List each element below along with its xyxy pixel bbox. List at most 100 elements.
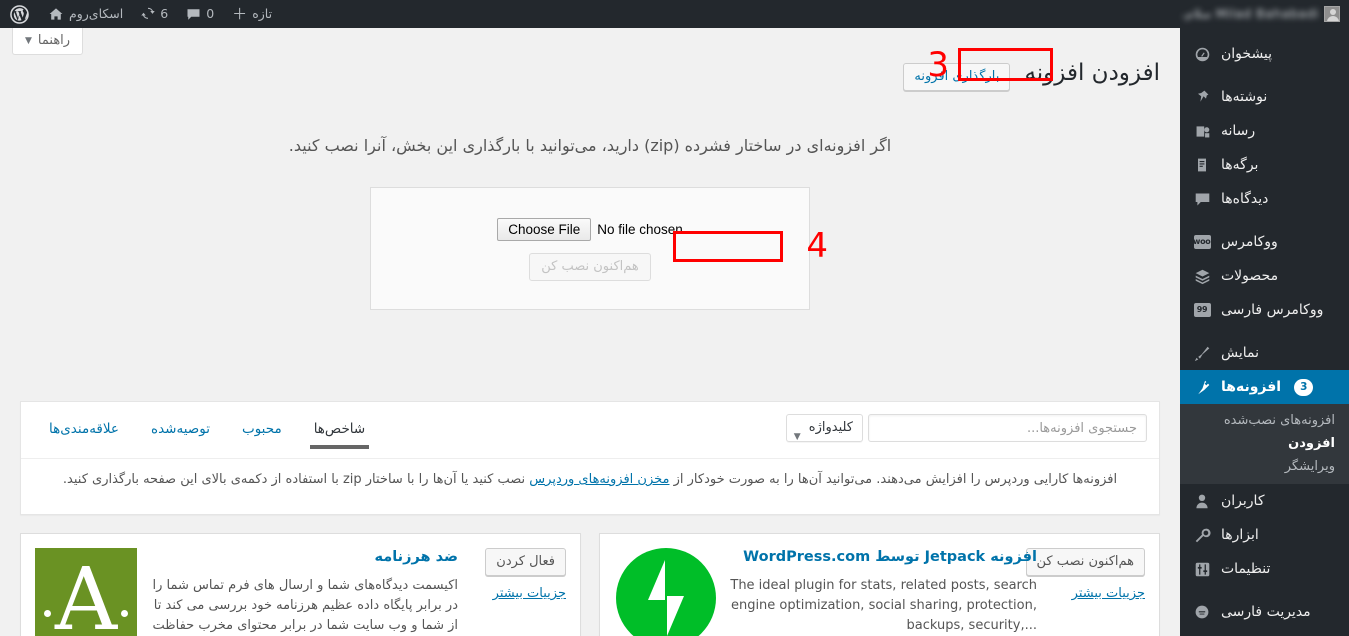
file-name-label: No file chosen [597,222,683,237]
tab-recommended[interactable]: توصیه‌شده [135,417,226,451]
description-part-1: افزونه‌ها کارایی وردپرس را افزایش می‌دهن… [669,472,1118,487]
help-tab-label: راهنما [37,33,71,48]
new-content-button[interactable]: تازه ＋ [223,0,281,28]
card-top: فعال کردن جزییات بیشتر ضد هرزنامه اکیسمت… [21,534,580,636]
sidebar-item-label: کاربران [1221,493,1265,509]
filter-row: کلیدواژه ▼ شاخص‌ها محبوب توصیه‌شده علاقه… [21,402,1159,458]
dashboard-icon [1192,46,1212,63]
card-body: ضد هرزنامه اکیسمت دیدگاه‌های شما و ارسال… [149,548,458,636]
chevron-down-icon: ▼ [793,432,801,442]
sidebar-item-appearance[interactable]: نمایش [1180,336,1349,370]
sidebar-item-settings[interactable]: تنظیمات [1180,552,1349,586]
plugin-icon-wrap [614,548,716,636]
sidebar-item-posts[interactable]: نوشته‌ها [1180,80,1349,114]
wordpress-logo-icon[interactable] [0,0,39,28]
admin-bar-left-group: Milad Bahabadi سلام، [1173,0,1349,28]
jetpack-logo-icon [616,548,716,636]
plugins-update-badge: 3 [1294,378,1314,396]
tab-favorites[interactable]: علاقه‌مندی‌ها [33,417,135,451]
content-area: راهنما ▼ افزودن افزونه بارگذاری افزونه ا… [0,28,1180,636]
upload-instructions-text: اگر افزونه‌ای در ساختار فشرده (zip) داری… [288,136,892,155]
sidebar-item-persian-admin[interactable]: مدیریت فارسی [1180,595,1349,629]
annotation-number-4: 4 [806,226,828,266]
tools-icon [1192,527,1212,544]
search-input[interactable] [868,414,1147,442]
sidebar-item-products[interactable]: محصولات [1180,259,1349,293]
sidebar-item-label: نوشته‌ها [1221,89,1268,105]
upload-plugin-button[interactable]: بارگذاری افزونه [903,62,1011,91]
avatar-account-item[interactable]: Milad Bahabadi سلام، [1173,0,1349,28]
submenu-item-editor[interactable]: ویرایشگر [1180,455,1349,478]
card-body: افزونه Jetpack توسط WordPress.com The id… [728,548,1037,636]
home-icon [49,8,63,20]
site-name-item[interactable]: اسکای‌روم [39,0,132,28]
install-now-button[interactable]: هم‌اکنون نصب کن [529,253,651,281]
card-actions: فعال کردن جزییات بیشتر [470,548,566,636]
sidebar-item-woocommerce[interactable]: ووکامرس woo [1180,225,1349,259]
plugin-title: ضد هرزنامه [374,549,458,565]
sidebar-item-pages[interactable]: برگه‌ها [1180,148,1349,182]
plugin-title: افزونه Jetpack توسط WordPress.com [743,549,1037,565]
sidebar-item-woocommerce-persian[interactable]: ووکامرس فارسی 99 [1180,293,1349,327]
plugin-description: اکیسمت دیدگاه‌های شما و ارسال های فرم تم… [152,577,458,633]
sidebar-item-label: افزونه‌ها [1221,379,1282,395]
sidebar-item-media[interactable]: رسانه [1180,114,1349,148]
plugin-search-group: کلیدواژه ▼ [785,414,1147,442]
media-icon [1192,123,1212,140]
sidebar-item-label: مدیریت فارسی [1221,604,1311,620]
sidebar-item-label: محصولات [1221,268,1279,284]
card-top: هم‌اکنون نصب کن جزییات بیشتر افزونه Jetp… [600,534,1159,636]
help-tab-button[interactable]: راهنما ▼ [12,28,84,55]
comment-icon [1192,191,1212,208]
sidebar-item-tools[interactable]: ابزارها [1180,518,1349,552]
admin-bar: Milad Bahabadi سلام، تازه ＋ 0 6 اسکا [0,0,1349,28]
menu-spacer [1180,586,1349,595]
sidebar-item-dashboard[interactable]: پیشخوان [1180,37,1349,71]
tab-featured[interactable]: شاخص‌ها [298,417,382,451]
new-content-label: تازه [252,6,273,21]
comment-bubble-icon [187,8,200,20]
plugin-repository-link[interactable]: مخزن افزونه‌های وردپرس [529,472,669,487]
tab-popular[interactable]: محبوب [226,417,298,451]
page-icon [1192,157,1212,173]
sidebar-item-label: ووکامرس فارسی [1221,302,1324,318]
menu-spacer [1180,216,1349,225]
sidebar-item-plugins[interactable]: 3 افزونه‌ها [1180,370,1349,404]
plugin-upload-box: Choose File No file chosen هم‌اکنون نصب … [370,187,810,310]
activate-button[interactable]: فعال کردن [485,548,566,576]
appearance-icon [1192,345,1212,362]
site-name-label: اسکای‌روم [69,6,124,21]
page-inner: افزودن افزونه بارگذاری افزونه اگر افزونه… [0,28,1180,310]
more-details-link[interactable]: جزییات بیشتر [1072,586,1145,601]
settings-icon [1192,561,1212,578]
sidebar-item-users[interactable]: کاربران [1180,484,1349,518]
description-part-2: نصب کنید یا آن‌ها را با ساختار zip با اس… [62,472,530,487]
install-now-button[interactable]: هم‌اکنون نصب کن [1025,548,1145,576]
updates-item[interactable]: 6 [132,0,177,28]
sidebar-item-label: نمایش [1221,345,1260,361]
plugins-icon [1192,379,1212,396]
file-input-row: Choose File No file chosen [395,218,785,241]
more-details-link[interactable]: جزییات بیشتر [493,586,566,601]
admin-sidebar-menu: پیشخوان نوشته‌ها رسانه برگه‌ها دید [1180,28,1349,636]
search-type-select[interactable]: کلیدواژه ▼ [785,414,863,442]
file-input[interactable]: Choose File No file chosen [497,218,683,241]
sidebar-item-label: تنظیمات [1221,561,1271,577]
sidebar-item-comments[interactable]: دیدگاه‌ها [1180,182,1349,216]
submenu-item-add-new[interactable]: افزودن [1180,432,1349,455]
plugin-filter-bar: کلیدواژه ▼ شاخص‌ها محبوب توصیه‌شده علاقه… [20,401,1160,515]
choose-file-button[interactable]: Choose File [497,218,592,241]
pin-icon [1192,89,1212,105]
avatar [1324,6,1340,22]
sidebar-item-label: ابزارها [1221,527,1259,543]
chevron-down-icon: ▼ [25,36,32,46]
comments-count: 0 [206,6,215,21]
comments-bubble[interactable]: 0 [177,0,223,28]
products-icon [1192,268,1212,285]
sidebar-item-label: دیدگاه‌ها [1221,191,1269,207]
users-icon [1192,493,1212,509]
admin-screen: Milad Bahabadi سلام، تازه ＋ 0 6 اسکا [0,0,1349,636]
submenu-item-installed-plugins[interactable]: افزونه‌های نصب‌شده [1180,409,1349,432]
plugins-submenu: افزونه‌های نصب‌شده افزودن ویرایشگر [1180,404,1349,484]
sidebar-item-label: برگه‌ها [1221,157,1259,173]
